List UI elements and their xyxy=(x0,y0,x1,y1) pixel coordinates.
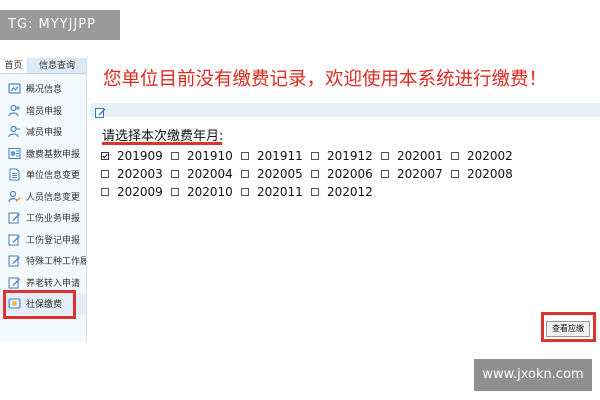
sidebar-item-label: 单位信息变更 xyxy=(26,171,81,182)
month-checkbox[interactable] xyxy=(171,170,179,178)
month-label: 202010 xyxy=(187,185,233,199)
month-option[interactable]: 202008 xyxy=(451,167,521,181)
sidebar-item[interactable]: 概况信息 xyxy=(0,78,86,100)
tab-home[interactable]: 首页 xyxy=(0,58,28,73)
sidebar-item[interactable]: 单位信息变更 xyxy=(0,164,86,186)
month-label: 202011 xyxy=(257,185,303,199)
month-option[interactable]: 202004 xyxy=(171,167,241,181)
sidebar-item-label: 工伤登记申报 xyxy=(26,235,81,246)
month-label: 202009 xyxy=(117,185,163,199)
month-checkbox[interactable] xyxy=(311,188,319,196)
form-icon xyxy=(8,147,21,160)
month-checkbox[interactable] xyxy=(171,152,179,160)
month-label: 202005 xyxy=(257,167,303,181)
month-row: 202003 202004 202005 202006 202007 202008 xyxy=(101,165,561,183)
sidebar-item-label: 工伤业务申报 xyxy=(26,214,81,225)
sidebar-item[interactable]: 工伤业务申报 xyxy=(0,207,86,229)
person-edit-icon xyxy=(8,190,21,203)
month-label: 201909 xyxy=(117,149,163,163)
sidebar-tabs: 首页 信息查询 xyxy=(0,58,86,74)
edit-icon xyxy=(8,233,21,246)
month-label: 202012 xyxy=(327,185,373,199)
month-option[interactable]: 201910 xyxy=(171,149,241,163)
month-label: 202008 xyxy=(467,167,513,181)
month-option[interactable]: 202007 xyxy=(381,167,451,181)
month-label: 202007 xyxy=(397,167,443,181)
person-remove-icon xyxy=(8,125,21,138)
month-option[interactable]: 202005 xyxy=(241,167,311,181)
watermark-bottom: www.jxokn.com xyxy=(474,359,592,391)
month-option[interactable]: 202003 xyxy=(101,167,171,181)
edit-icon xyxy=(8,211,21,224)
view-payable-button[interactable]: 查看应缴 xyxy=(546,321,590,337)
month-option[interactable]: 202001 xyxy=(381,149,451,163)
month-checkbox[interactable] xyxy=(171,188,179,196)
sidebar-item-label: 缴费基数申报 xyxy=(26,149,81,160)
month-option[interactable]: 202011 xyxy=(241,185,311,199)
document-icon xyxy=(8,168,21,181)
month-label: 202006 xyxy=(327,167,373,181)
month-checkbox[interactable] xyxy=(101,170,109,178)
month-option[interactable]: 202006 xyxy=(311,167,381,181)
sidebar-item-label: 人员信息变更 xyxy=(26,192,81,203)
sidebar-menu: 概况信息增员申报减员申报缴费基数申报 单位信息变更 人员信息变更 工伤业务申报 工伤登记… xyxy=(0,74,86,315)
sidebar-item[interactable]: 人员信息变更 xyxy=(0,186,86,208)
month-checkbox-group: 201909 201910 201911 201912 202001 202002 2020… xyxy=(101,147,561,201)
sidebar-item[interactable]: 特殊工种工作履 xyxy=(0,250,86,272)
month-checkbox[interactable] xyxy=(381,170,389,178)
sidebar-item[interactable]: 缴费基数申报 xyxy=(0,143,86,165)
month-label: 202001 xyxy=(397,149,443,163)
month-checkbox[interactable] xyxy=(451,170,459,178)
month-option[interactable]: 202012 xyxy=(311,185,381,199)
edit-icon xyxy=(8,254,21,267)
month-row: 201909 201910 201911 201912 202001 202002 xyxy=(101,147,561,165)
month-option[interactable]: 201909 xyxy=(101,149,171,163)
month-option[interactable]: 201912 xyxy=(311,149,381,163)
month-option[interactable]: 202002 xyxy=(451,149,521,163)
payment-icon xyxy=(8,297,21,310)
sidebar-item-label: 特殊工种工作履 xyxy=(26,257,86,268)
month-checkbox[interactable] xyxy=(101,152,109,160)
sidebar-item-label: 社保缴费 xyxy=(26,300,63,311)
sidebar-item-label: 减员申报 xyxy=(26,128,63,139)
toolbar-strip xyxy=(91,103,600,117)
month-label: 202003 xyxy=(117,167,163,181)
watermark-top: TG: MYYJJPP xyxy=(0,10,120,40)
month-option[interactable]: 202009 xyxy=(101,185,171,199)
sidebar-item-label: 增员申报 xyxy=(26,106,63,117)
month-checkbox[interactable] xyxy=(311,152,319,160)
sidebar-item[interactable]: 养老转入申请 xyxy=(0,272,86,294)
edit-icon[interactable] xyxy=(95,107,106,118)
sidebar-item[interactable]: 增员申报 xyxy=(0,100,86,122)
person-add-icon xyxy=(8,104,21,117)
prompt-underline xyxy=(102,142,222,145)
month-option[interactable]: 201911 xyxy=(241,149,311,163)
month-option[interactable]: 202010 xyxy=(171,185,241,199)
month-label: 202004 xyxy=(187,167,233,181)
tab-info-query[interactable]: 信息查询 xyxy=(28,58,86,73)
month-checkbox[interactable] xyxy=(381,152,389,160)
sidebar: 首页 信息查询 概况信息增员申报减员申报缴费基数申报 单位信息变更 人员信息变更 工伤… xyxy=(0,58,87,342)
month-checkbox[interactable] xyxy=(241,170,249,178)
month-label: 201910 xyxy=(187,149,233,163)
month-checkbox[interactable] xyxy=(311,170,319,178)
month-label: 202002 xyxy=(467,149,513,163)
sidebar-item[interactable]: 工伤登记申报 xyxy=(0,229,86,251)
month-checkbox[interactable] xyxy=(241,152,249,160)
month-checkbox[interactable] xyxy=(101,188,109,196)
sidebar-item-label: 养老转入申请 xyxy=(26,278,81,289)
edit-icon xyxy=(8,276,21,289)
month-label: 201911 xyxy=(257,149,303,163)
month-label: 201912 xyxy=(327,149,373,163)
sidebar-item[interactable]: 减员申报 xyxy=(0,121,86,143)
month-checkbox[interactable] xyxy=(451,152,459,160)
sidebar-item[interactable]: 社保缴费 xyxy=(0,293,86,315)
overview-icon xyxy=(8,82,21,95)
sidebar-item-label: 概况信息 xyxy=(26,85,63,96)
month-checkbox[interactable] xyxy=(241,188,249,196)
page-heading: 您单位目前没有缴费记录，欢迎使用本系统进行缴费！ xyxy=(103,69,548,90)
month-row: 202009 202010 202011 202012 xyxy=(101,183,561,201)
